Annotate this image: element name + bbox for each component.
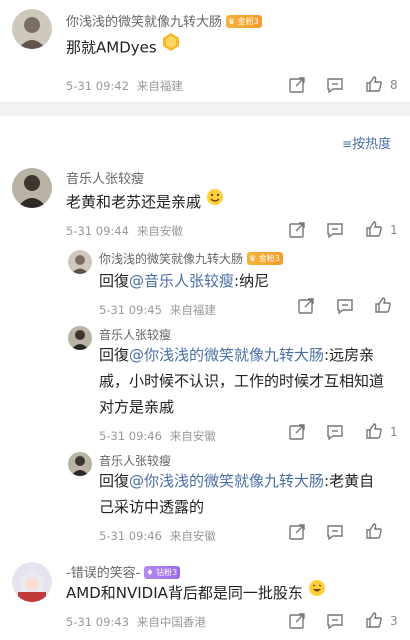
fan-badge: ♛ 金粉3 [247, 252, 283, 265]
mention-link[interactable]: @你浅浅的微笑就像九转大肠 [129, 346, 324, 364]
avatar-reply-2[interactable] [68, 326, 92, 350]
comment-icon[interactable] [326, 423, 344, 441]
reply-text: 回復@音乐人张较瘦:纳尼 [99, 272, 270, 290]
like-count: 3 [390, 614, 398, 628]
like-count: 1 [390, 223, 398, 237]
section-divider [0, 102, 410, 116]
author-name: 你浅浅的微笑就像九转大肠 [66, 15, 223, 30]
share-icon[interactable] [288, 523, 306, 541]
sort-icon: ≡ [342, 137, 353, 151]
avatar-top-comment[interactable] [12, 9, 52, 49]
sort-by-hot-button[interactable]: ≡按热度 [342, 133, 391, 152]
reply-author[interactable]: 音乐人张较瘦 [99, 326, 171, 343]
reply-text: 回復@你浅浅的微笑就像九转大肠:老黄自 己采访中透露的 [99, 472, 375, 516]
comment-icon[interactable] [326, 612, 344, 630]
comment-author[interactable]: 你浅浅的微笑就像九转大肠 ♛ 金粉3 [66, 11, 262, 30]
share-icon[interactable] [288, 221, 306, 239]
author-name: -错误的笑容- [66, 566, 141, 581]
comment-text: 那就AMDyes [66, 32, 181, 62]
comment-icon[interactable] [326, 76, 344, 94]
mention-link[interactable]: @你浅浅的微笑就像九转大肠 [129, 472, 324, 490]
like-count: 8 [390, 78, 398, 92]
fan-badge: ♛ 金粉3 [226, 15, 262, 28]
like-icon[interactable] [365, 522, 383, 540]
reply-meta: 5-31 09:45 来自福建 [99, 303, 216, 317]
reply-text: 回復@你浅浅的微笑就像九转大肠:远房亲 戚，小时候不认识，工作的时候才互相知道 … [99, 346, 385, 416]
comment-meta: 5-31 09:42 来自福建 [66, 79, 183, 93]
avatar-bottom-comment[interactable] [12, 562, 52, 602]
comment-text: 老黄和老苏还是亲戚 [66, 188, 224, 216]
comment-author[interactable]: -错误的笑容- ♦ 钻粉3 [66, 562, 181, 581]
comment-meta: 5-31 09:43 来自中国香港 [66, 615, 206, 629]
reply-author[interactable]: 音乐人张较瘦 [99, 452, 171, 469]
reply-meta: 5-31 09:46 来自安徽 [99, 529, 216, 543]
reply-author[interactable]: 你浅浅的微笑就像九转大肠 ♛ 金粉3 [99, 250, 283, 267]
like-icon[interactable] [365, 611, 383, 629]
comment-icon[interactable] [326, 221, 344, 239]
like-count: 1 [390, 425, 398, 439]
comment-icon[interactable] [326, 523, 344, 541]
like-icon[interactable] [365, 220, 383, 238]
mention-link[interactable]: @音乐人张较瘦 [129, 272, 234, 290]
comment-text: AMD和NVIDIA背后都是同一批股东 [66, 579, 326, 607]
fan-badge: ♦ 钻粉3 [144, 566, 181, 579]
smile-emoji [206, 188, 224, 214]
like-icon[interactable] [365, 75, 383, 93]
gold-coin-emoji [161, 32, 181, 60]
avatar-reply-1[interactable] [68, 250, 92, 274]
reply-meta: 5-31 09:46 来自安徽 [99, 429, 216, 443]
like-icon[interactable] [374, 296, 392, 314]
comment-author[interactable]: 音乐人张较瘦 [66, 168, 144, 187]
comment-meta: 5-31 09:44 来自安徽 [66, 224, 183, 238]
share-icon[interactable] [288, 612, 306, 630]
avatar-reply-3[interactable] [68, 452, 92, 476]
like-icon[interactable] [365, 422, 383, 440]
share-icon[interactable] [297, 297, 315, 315]
avatar-thread-main[interactable] [12, 168, 52, 208]
share-icon[interactable] [288, 423, 306, 441]
share-icon[interactable] [288, 76, 306, 94]
comment-icon[interactable] [336, 297, 354, 315]
laugh-emoji [308, 579, 326, 605]
